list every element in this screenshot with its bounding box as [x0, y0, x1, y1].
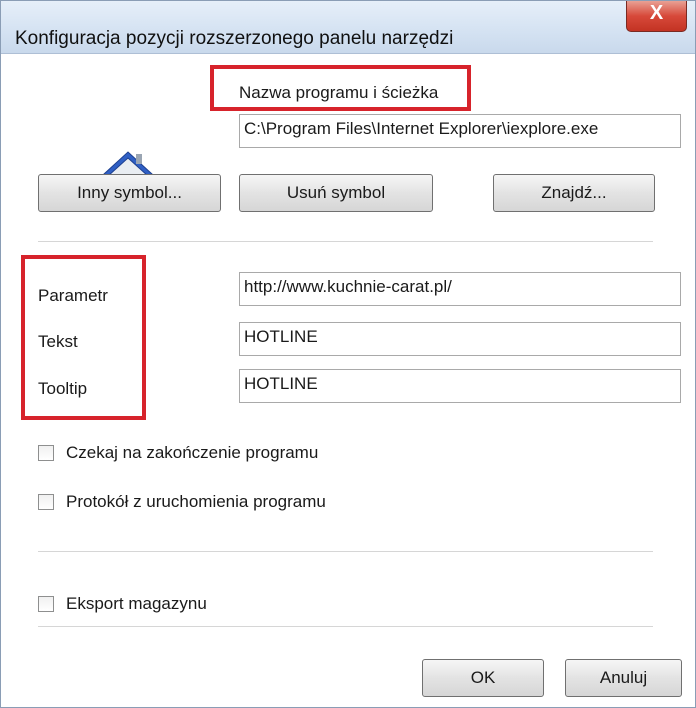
text-input[interactable]: HOTLINE — [239, 322, 681, 356]
close-button[interactable]: X — [626, 1, 687, 32]
run-log-checkbox[interactable] — [38, 494, 54, 510]
separator-3 — [38, 626, 653, 627]
config-dialog: Konfiguracja pozycji rozszerzonego panel… — [0, 0, 696, 708]
tooltip-input[interactable]: HOTLINE — [239, 369, 681, 403]
ok-label: OK — [470, 668, 496, 687]
window-title: Konfiguracja pozycji rozszerzonego panel… — [15, 28, 454, 49]
separator-1 — [38, 241, 653, 242]
other-symbol-button[interactable]: Inny symbol... — [38, 174, 221, 212]
dialog-content: Nazwa programu i ścieżka C:\Program File… — [1, 54, 695, 707]
wait-for-program-label: Czekaj na zakończenie programu — [66, 443, 319, 462]
program-label-highlight — [210, 65, 471, 111]
ok-button[interactable]: OK — [422, 659, 544, 697]
find-label: Znajdź... — [541, 183, 607, 202]
close-icon: X — [649, 2, 664, 24]
remove-symbol-button[interactable]: Usuń symbol — [239, 174, 433, 212]
program-path-input[interactable]: C:\Program Files\Internet Explorer\iexpl… — [239, 114, 681, 148]
cancel-label: Anuluj — [599, 668, 648, 687]
title-bar: Konfiguracja pozycji rozszerzonego panel… — [1, 1, 695, 54]
wait-for-program-checkbox[interactable] — [38, 445, 54, 461]
other-symbol-label: Inny symbol... — [77, 183, 182, 202]
cancel-button[interactable]: Anuluj — [565, 659, 682, 697]
run-log-label: Protokół z uruchomienia programu — [66, 492, 326, 511]
export-warehouse-label: Eksport magazynu — [66, 594, 207, 613]
separator-2 — [38, 551, 653, 552]
param-input[interactable]: http://www.kuchnie-carat.pl/ — [239, 272, 681, 306]
find-button[interactable]: Znajdź... — [493, 174, 655, 212]
remove-symbol-label: Usuń symbol — [286, 183, 386, 202]
wait-for-program-checkbox-row[interactable]: Czekaj na zakończenie programu — [38, 443, 318, 463]
export-warehouse-checkbox-row[interactable]: Eksport magazynu — [38, 594, 207, 614]
run-log-checkbox-row[interactable]: Protokół z uruchomienia programu — [38, 492, 326, 512]
fields-labels-highlight — [21, 255, 146, 420]
export-warehouse-checkbox[interactable] — [38, 596, 54, 612]
